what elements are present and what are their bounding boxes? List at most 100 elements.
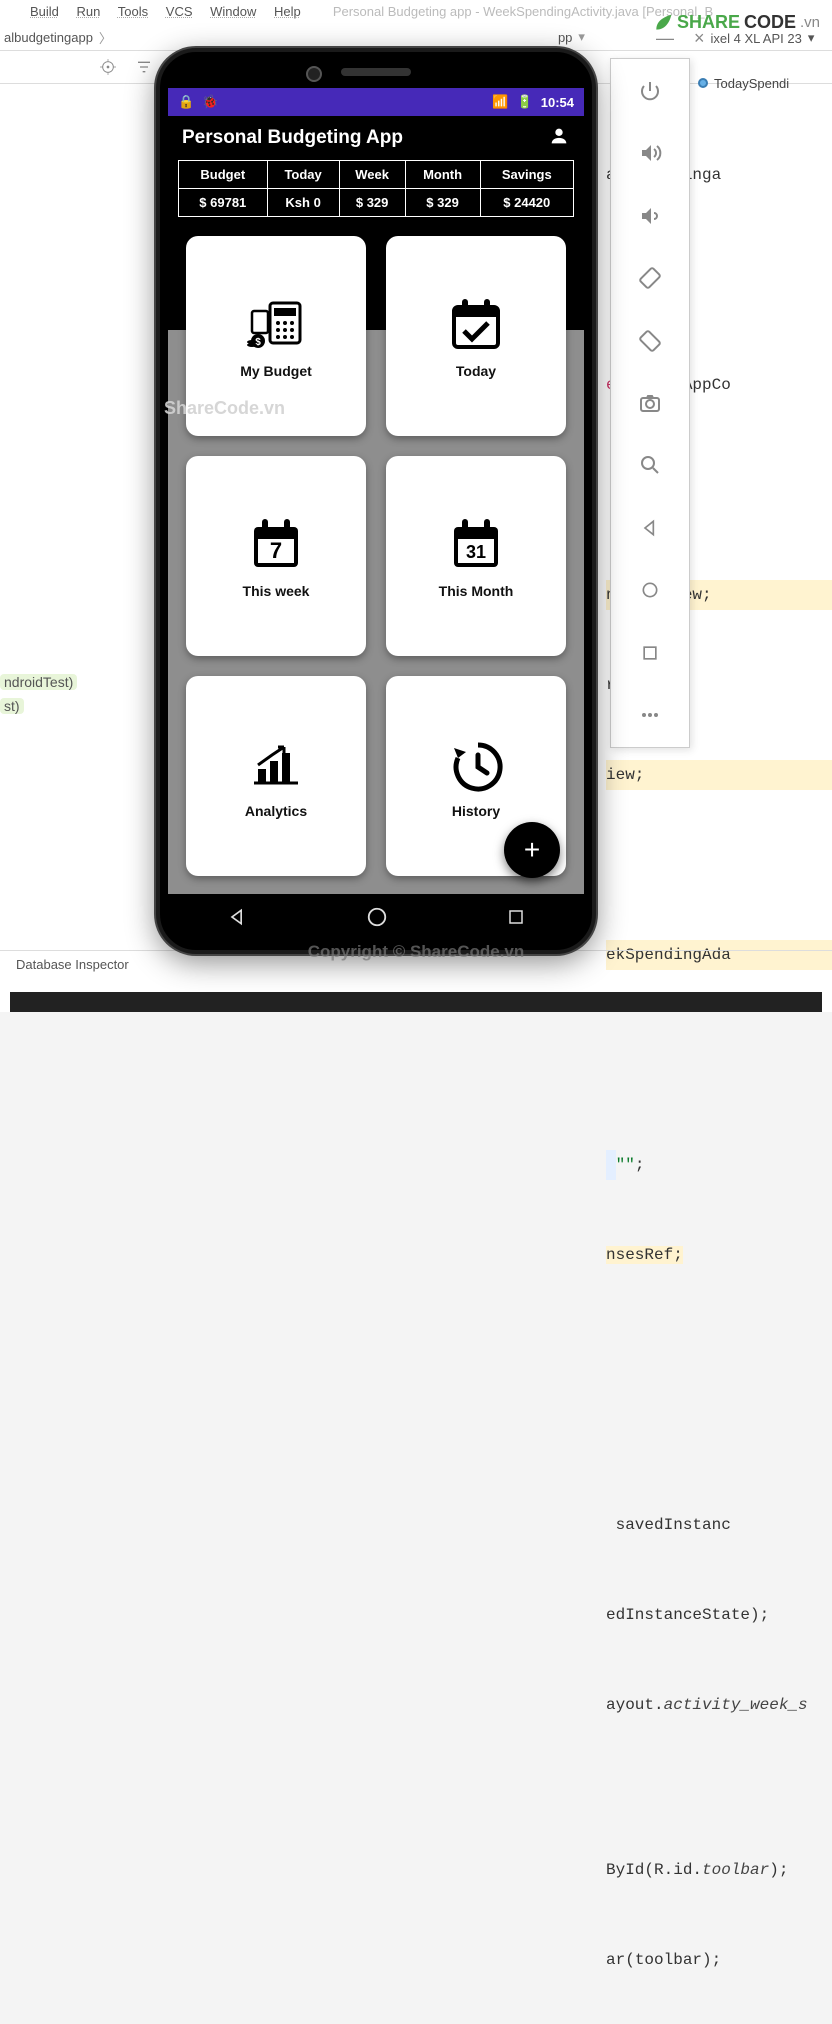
card-this-week[interactable]: 7 This week: [186, 456, 366, 656]
lock-icon: 🔒: [178, 94, 194, 110]
code-line: ar(: [606, 1951, 635, 1969]
summary-value-budget: $ 69781: [179, 189, 268, 217]
code-var: activity_week_s: [664, 1696, 808, 1714]
card-analytics[interactable]: Analytics: [186, 676, 366, 876]
summary-header-budget: Budget: [179, 161, 268, 189]
signal-icon: 📶: [492, 94, 508, 110]
app-bar: Personal Budgeting App: [168, 116, 584, 160]
filter-icon[interactable]: [136, 59, 152, 75]
svg-text:31: 31: [466, 542, 486, 562]
fab-add-button[interactable]: +: [504, 822, 560, 878]
status-strip: [10, 992, 822, 1012]
card-this-month[interactable]: 31 This Month: [386, 456, 566, 656]
card-label: My Budget: [240, 363, 312, 379]
card-label: History: [452, 803, 500, 819]
phone-frame: 🔒 🐞 📶 🔋 10:54 Personal Budgeting App Bud…: [156, 48, 596, 954]
emulator-toolbar: [610, 58, 690, 748]
code-line: ;: [635, 1156, 645, 1174]
summary-header-savings: Savings: [480, 161, 573, 189]
svg-text:7: 7: [270, 538, 282, 563]
rotate-left-icon[interactable]: [636, 264, 664, 292]
minimize-icon[interactable]: —: [656, 31, 674, 45]
summary-value-week: $ 329: [339, 189, 405, 217]
menu-vcs[interactable]: VCS: [166, 4, 193, 19]
profile-icon[interactable]: [548, 125, 570, 152]
analytics-icon: [244, 733, 308, 797]
code-line: nsesRef;: [606, 1246, 683, 1264]
menu-build[interactable]: Build: [30, 4, 59, 19]
watermark-text: CODE: [744, 12, 796, 33]
phone-screen: 🔒 🐞 📶 🔋 10:54 Personal Budgeting App Bud…: [168, 88, 584, 894]
calendar-today-icon: [444, 293, 508, 357]
zoom-icon[interactable]: [636, 451, 664, 479]
rotate-right-icon[interactable]: [636, 327, 664, 355]
nav-back-icon[interactable]: [227, 907, 247, 932]
code-line: iew;: [606, 766, 644, 784]
code-line: toolbar: [635, 1951, 702, 1969]
android-nav-bar: [168, 896, 584, 942]
menu-run[interactable]: Run: [77, 4, 101, 19]
card-label: Analytics: [245, 803, 307, 819]
nav-recent-icon[interactable]: [507, 908, 525, 931]
code-line: ById(R.id.: [606, 1861, 702, 1879]
code-string: "": [616, 1156, 635, 1174]
back-nav-icon[interactable]: [636, 514, 664, 542]
card-label: This Month: [439, 583, 514, 599]
calendar-week-icon: 7: [244, 513, 308, 577]
file-tab-label: TodaySpendi: [714, 76, 789, 91]
project-tree-stubs: ndroidTest) st): [0, 670, 77, 718]
target-icon[interactable]: [100, 59, 116, 75]
class-icon: [698, 78, 708, 88]
calendar-month-icon: 31: [444, 513, 508, 577]
tree-item[interactable]: ndroidTest): [0, 674, 77, 690]
volume-up-icon[interactable]: [636, 139, 664, 167]
summary-value-today: Ksh 0: [267, 189, 339, 217]
watermark-logo: SHARECODE.vn: [653, 12, 820, 33]
camera-icon[interactable]: [636, 389, 664, 417]
menu-tools[interactable]: Tools: [118, 4, 148, 19]
code-line: );: [769, 1861, 788, 1879]
watermark-copyright: Copyright © ShareCode.vn: [308, 942, 525, 962]
card-today[interactable]: Today: [386, 236, 566, 436]
watermark-text: SHARE: [677, 12, 740, 33]
crumb-package[interactable]: albudgetingapp: [4, 30, 93, 45]
power-icon[interactable]: [636, 77, 664, 105]
bug-icon: 🐞: [202, 94, 218, 110]
more-icon[interactable]: [636, 701, 664, 729]
editor-file-tab[interactable]: TodaySpendi: [692, 68, 832, 98]
nav-home-icon[interactable]: [366, 906, 388, 933]
chevron-down-icon: ▾: [572, 29, 591, 45]
summary-table: Budget Today Week Month Savings $ 69781 …: [178, 160, 574, 217]
code-var: toolbar: [702, 1861, 769, 1879]
close-icon[interactable]: ×: [694, 31, 705, 45]
battery-icon: 🔋: [517, 94, 533, 110]
summary-value-savings: $ 24420: [480, 189, 573, 217]
history-icon: [444, 733, 508, 797]
chevron-right-icon: 〉: [93, 28, 118, 47]
app-title: Personal Budgeting App: [182, 127, 403, 149]
bottom-tab-database-inspector[interactable]: Database Inspector: [16, 957, 129, 972]
watermark-text: .vn: [800, 14, 820, 31]
clock-label: 10:54: [541, 95, 574, 110]
menu-window[interactable]: Window: [210, 4, 256, 19]
dashboard-grid: $ My Budget Today: [168, 236, 584, 876]
recent-nav-icon[interactable]: [636, 639, 664, 667]
summary-value-month: $ 329: [405, 189, 480, 217]
volume-down-icon[interactable]: [636, 202, 664, 230]
watermark-center: ShareCode.vn: [164, 398, 285, 419]
summary-header-month: Month: [405, 161, 480, 189]
menu-help[interactable]: Help: [274, 4, 301, 19]
code-line: ayout.: [606, 1696, 664, 1714]
android-status-bar: 🔒 🐞 📶 🔋 10:54: [168, 88, 584, 116]
crumb-file[interactable]: pp: [558, 30, 572, 45]
budget-icon: $: [244, 293, 308, 357]
card-label: This week: [243, 583, 310, 599]
leaf-icon: [653, 13, 673, 33]
summary-header-week: Week: [339, 161, 405, 189]
code-line: );: [702, 1951, 721, 1969]
home-nav-icon[interactable]: [636, 576, 664, 604]
tree-item[interactable]: st): [0, 698, 24, 714]
card-label: Today: [456, 363, 496, 379]
summary-header-today: Today: [267, 161, 339, 189]
code-line: savedInstanc: [606, 1516, 731, 1534]
